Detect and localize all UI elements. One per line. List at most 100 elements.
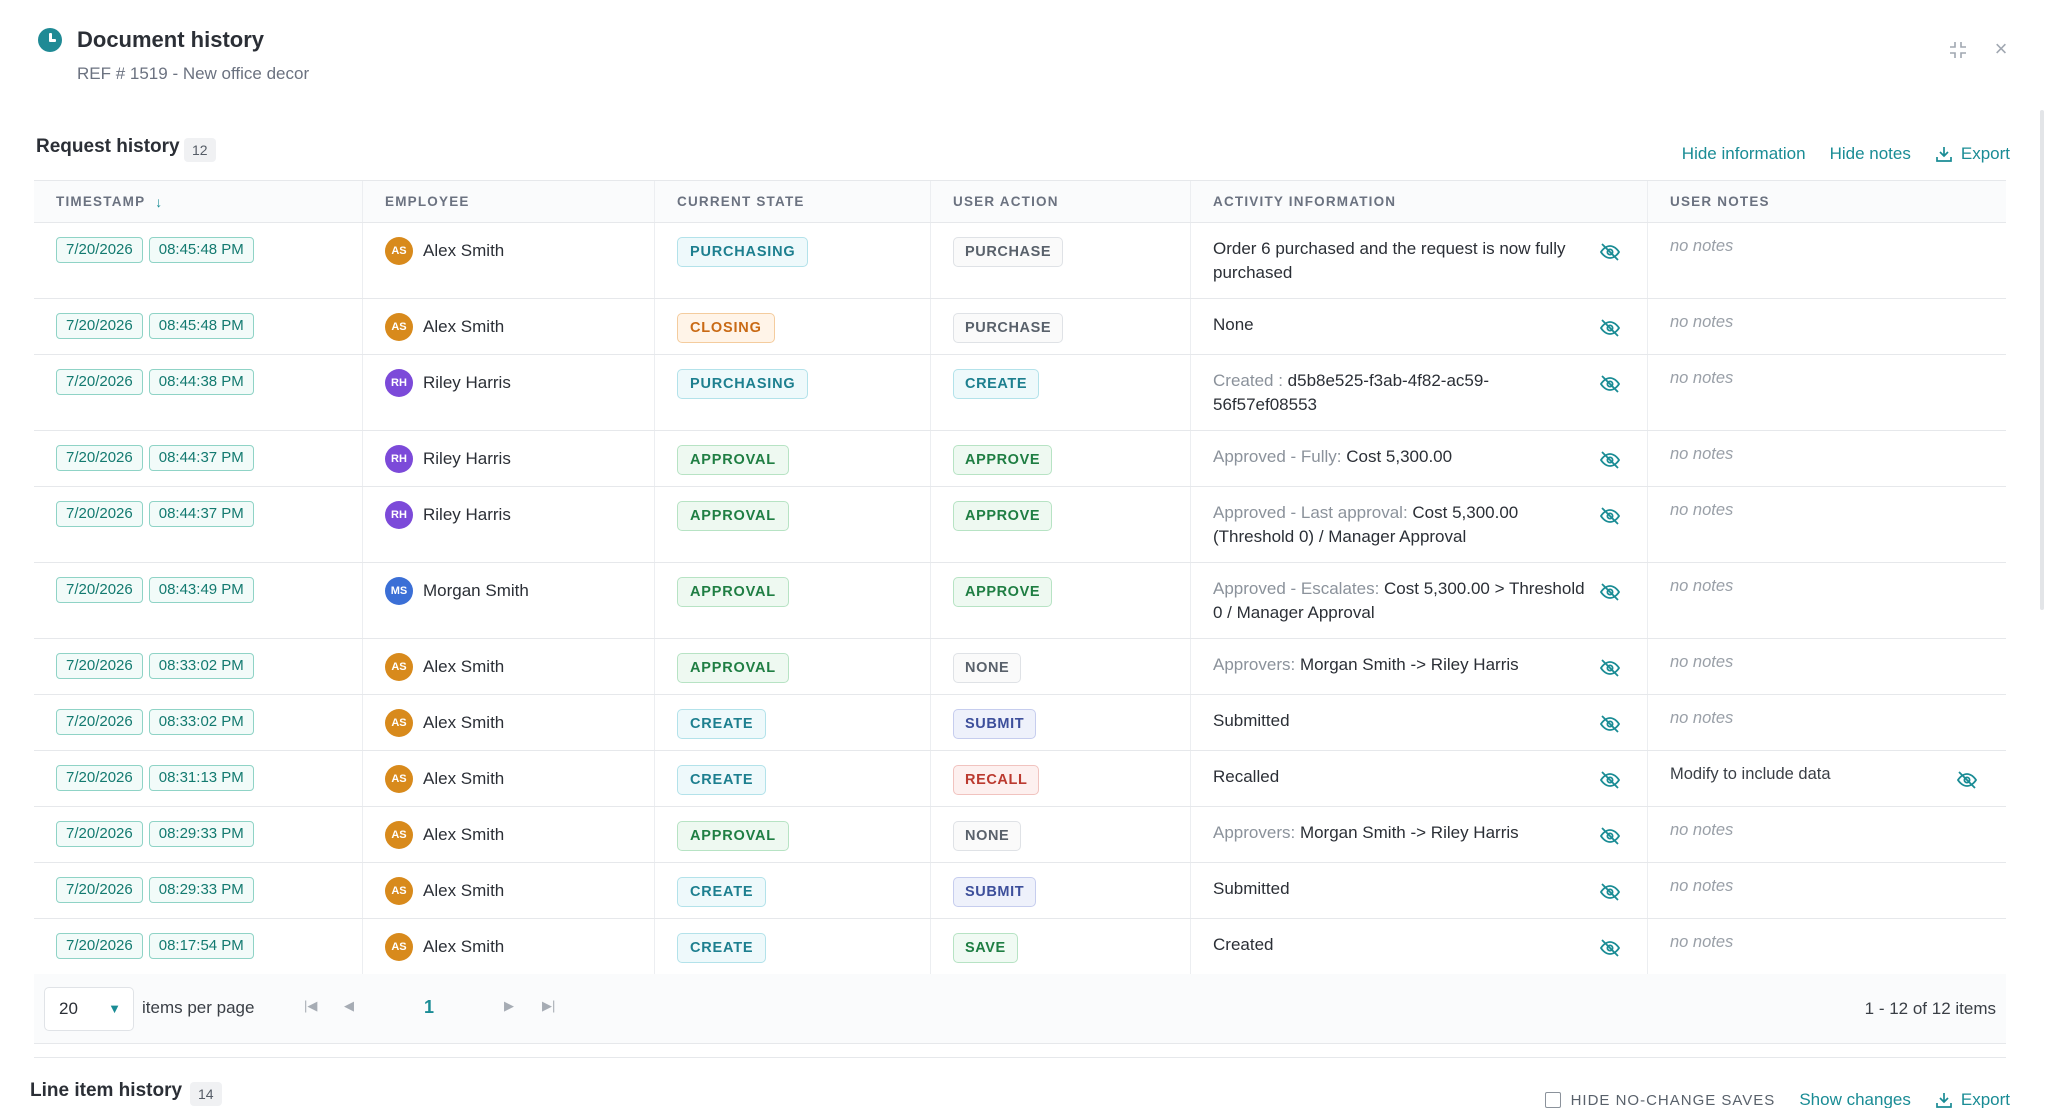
- eye-off-icon[interactable]: [1599, 373, 1621, 395]
- activity-cell: Approved - Escalates: Cost 5,300.00 > Th…: [1190, 563, 1647, 638]
- table-row[interactable]: 7/20/2026 08:44:37 PM RH Riley Harris APPROV…: [34, 487, 2006, 563]
- table-row[interactable]: 7/20/2026 08:43:49 PM MS Morgan Smith APPROV…: [34, 563, 2006, 639]
- table-row[interactable]: 7/20/2026 08:17:54 PM AS Alex Smith CREATE SA…: [34, 919, 2006, 975]
- time-chip: 08:44:37 PM: [148, 501, 254, 527]
- prev-page-icon[interactable]: ◀: [344, 998, 354, 1014]
- column-header-user-notes[interactable]: USER NOTES: [1647, 181, 2006, 222]
- hide-information-link[interactable]: Hide information: [1682, 144, 1806, 164]
- column-header-activity-information[interactable]: ACTIVITY INFORMATION: [1190, 181, 1647, 222]
- user-notes: no notes: [1670, 445, 1734, 463]
- action-badge: PURCHASE: [953, 313, 1064, 343]
- table-row[interactable]: 7/20/2026 08:29:33 PM AS Alex Smith CREATE SU…: [34, 863, 2006, 919]
- avatar: AS: [385, 709, 413, 737]
- activity-prefix: Created :: [1213, 371, 1288, 390]
- next-page-icon[interactable]: ▶: [504, 998, 514, 1014]
- user-notes: no notes: [1670, 821, 1734, 839]
- time-chip: 08:43:49 PM: [148, 577, 254, 603]
- first-page-icon[interactable]: |◀: [304, 998, 317, 1014]
- table-header: TIMESTAMP ↓ EMPLOYEE CURRENT STATE USER …: [34, 181, 2006, 223]
- checkbox[interactable]: [1544, 1092, 1561, 1108]
- table-row[interactable]: 7/20/2026 08:45:48 PM AS Alex Smith CLOSING P…: [34, 299, 2006, 355]
- eye-off-icon[interactable]: [1599, 241, 1621, 263]
- activity-prefix: Approved - Escalates:: [1213, 579, 1385, 598]
- activity-cell: Approvers: Morgan Smith -> Riley Harris: [1190, 807, 1647, 862]
- user-notes: no notes: [1670, 369, 1734, 387]
- employee-name: Alex Smith: [423, 825, 505, 844]
- action-cell: PURCHASE: [930, 223, 1190, 298]
- table-row[interactable]: 7/20/2026 08:29:33 PM AS Alex Smith APPROVAL…: [34, 807, 2006, 863]
- employee-cell: AS Alex Smith: [362, 299, 654, 354]
- time-chip: 08:31:13 PM: [148, 765, 254, 791]
- column-header-timestamp[interactable]: TIMESTAMP ↓: [34, 181, 362, 222]
- column-header-current-state[interactable]: CURRENT STATE: [654, 181, 930, 222]
- timestamp-cell: 7/20/2026 08:29:33 PM: [34, 807, 362, 862]
- activity-cell: Submitted: [1190, 695, 1647, 750]
- activity-prefix: Approved - Last approval:: [1213, 503, 1413, 522]
- activity-cell: None: [1190, 299, 1647, 354]
- eye-off-icon[interactable]: [1599, 505, 1621, 527]
- scrollbar[interactable]: [2040, 110, 2044, 610]
- table-row[interactable]: 7/20/2026 08:31:13 PM AS Alex Smith CREATE RE…: [34, 751, 2006, 807]
- date-chip: 7/20/2026: [56, 821, 143, 847]
- employee-cell: AS Alex Smith: [362, 639, 654, 694]
- count-badge: 14: [190, 1082, 222, 1106]
- collapse-icon[interactable]: [1948, 40, 1970, 62]
- show-changes-link[interactable]: Show changes: [1799, 1090, 1911, 1108]
- eye-off-icon[interactable]: [1599, 937, 1621, 959]
- column-header-user-action[interactable]: USER ACTION: [930, 181, 1190, 222]
- eye-off-icon[interactable]: [1599, 581, 1621, 603]
- hide-notes-link[interactable]: Hide notes: [1830, 144, 1911, 164]
- notes-cell: no notes: [1647, 487, 2006, 562]
- table-row[interactable]: 7/20/2026 08:44:38 PM RH Riley Harris PURCHA…: [34, 355, 2006, 431]
- eye-off-icon[interactable]: [1599, 825, 1621, 847]
- activity-cell: Submitted: [1190, 863, 1647, 918]
- per-page-select[interactable]: 20 ▼: [44, 987, 134, 1031]
- state-badge: APPROVAL: [677, 653, 789, 683]
- eye-off-icon[interactable]: [1599, 769, 1621, 791]
- eye-off-icon[interactable]: [1956, 769, 1978, 791]
- export-button[interactable]: Export: [1935, 1090, 2010, 1108]
- employee-name: Morgan Smith: [423, 581, 529, 600]
- eye-off-icon[interactable]: [1599, 317, 1621, 339]
- timestamp-cell: 7/20/2026 08:44:37 PM: [34, 431, 362, 486]
- table-row[interactable]: 7/20/2026 08:45:48 PM AS Alex Smith PURCHASI…: [34, 223, 2006, 299]
- date-chip: 7/20/2026: [56, 877, 143, 903]
- employee-cell: RH Riley Harris: [362, 431, 654, 486]
- action-badge: APPROVE: [953, 577, 1053, 607]
- eye-off-icon[interactable]: [1599, 881, 1621, 903]
- state-cell: PURCHASING: [654, 355, 930, 430]
- table-row[interactable]: 7/20/2026 08:44:37 PM RH Riley Harris APPROV…: [34, 431, 2006, 487]
- activity-cell: Order 6 purchased and the request is now…: [1190, 223, 1647, 298]
- count-badge: 12: [184, 138, 216, 162]
- timestamp-cell: 7/20/2026 08:45:48 PM: [34, 223, 362, 298]
- avatar: RH: [385, 445, 413, 473]
- eye-off-icon[interactable]: [1599, 713, 1621, 735]
- notes-cell: no notes: [1647, 563, 2006, 638]
- eye-off-icon[interactable]: [1599, 449, 1621, 471]
- avatar: AS: [385, 821, 413, 849]
- state-badge: APPROVAL: [677, 501, 789, 531]
- state-badge: CREATE: [677, 877, 767, 907]
- close-icon[interactable]: ×: [1990, 38, 2012, 60]
- table-row[interactable]: 7/20/2026 08:33:02 PM AS Alex Smith CREATE SU…: [34, 695, 2006, 751]
- state-badge: APPROVAL: [677, 445, 789, 475]
- table-row[interactable]: 7/20/2026 08:33:02 PM AS Alex Smith APPROVAL…: [34, 639, 2006, 695]
- eye-off-icon[interactable]: [1599, 657, 1621, 679]
- export-button[interactable]: Export: [1935, 144, 2010, 164]
- state-badge: CREATE: [677, 933, 767, 963]
- employee-cell: AS Alex Smith: [362, 807, 654, 862]
- date-chip: 7/20/2026: [56, 445, 143, 471]
- date-chip: 7/20/2026: [56, 577, 143, 603]
- dialog-subtitle: REF # 1519 - New office decor: [77, 64, 310, 83]
- timestamp-cell: 7/20/2026 08:31:13 PM: [34, 751, 362, 806]
- state-cell: APPROVAL: [654, 807, 930, 862]
- current-page[interactable]: 1: [424, 997, 434, 1018]
- hide-no-change-toggle[interactable]: HIDE NO-CHANGE SAVES: [1544, 1092, 1776, 1108]
- state-badge: PURCHASING: [677, 369, 809, 399]
- column-header-employee[interactable]: EMPLOYEE: [362, 181, 654, 222]
- action-cell: RECALL: [930, 751, 1190, 806]
- last-page-icon[interactable]: ▶|: [542, 998, 555, 1014]
- avatar: AS: [385, 765, 413, 793]
- timestamp-cell: 7/20/2026 08:43:49 PM: [34, 563, 362, 638]
- user-notes: no notes: [1670, 933, 1734, 951]
